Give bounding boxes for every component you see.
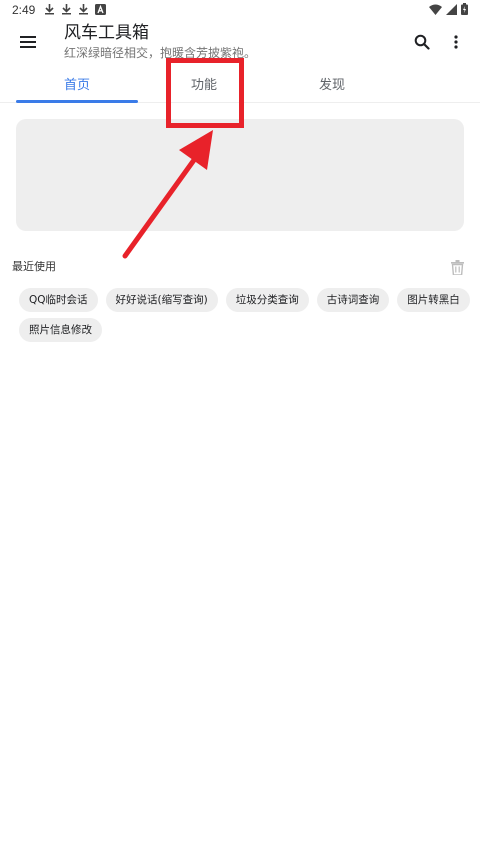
chip-photo-info-edit[interactable]: 照片信息修改 (19, 318, 102, 342)
tab-bar: 首页 功能 发现 (0, 64, 480, 103)
status-system-icons (429, 3, 468, 15)
app-bar: 风车工具箱 红深绿暗径相交，抱暖含芳披紫袍。 (0, 20, 480, 64)
menu-button[interactable] (14, 28, 42, 56)
status-time: 2:49 (12, 3, 36, 17)
menu-icon (20, 36, 36, 48)
trash-icon (450, 259, 464, 275)
tab-indicator (16, 100, 138, 103)
clear-recent-button[interactable] (448, 258, 466, 276)
chip-abbreviation-query[interactable]: 好好说话(缩写查询) (105, 288, 218, 312)
a-icon (95, 3, 106, 15)
wifi-icon (429, 4, 442, 15)
download-icon (45, 4, 54, 15)
title-block: 风车工具箱 红深绿暗径相交，抱暖含芳披紫袍。 (64, 22, 256, 61)
app-subtitle: 红深绿暗径相交，抱暖含芳披紫袍。 (64, 46, 257, 60)
status-bar: 2:49 (0, 0, 480, 20)
tab-functions[interactable]: 功能 (143, 64, 265, 102)
signal-icon (446, 3, 457, 15)
recent-chips: QQ临时会话 好好说话(缩写查询) 垃圾分类查询 古诗词查询 图片转黑白 照片信… (19, 288, 471, 342)
more-options-button[interactable] (442, 28, 470, 56)
chip-garbage-sorting[interactable]: 垃圾分类查询 (225, 288, 309, 312)
chip-qq-temp-chat[interactable]: QQ临时会话 (19, 288, 98, 312)
search-button[interactable] (408, 28, 436, 56)
app-title: 风车工具箱 (64, 23, 149, 43)
chip-image-grayscale[interactable]: 图片转黑白 (397, 288, 470, 312)
app-screen: 2:49 风车工具箱 红深绿暗径相交，抱暖含芳披紫袍。 首页 功能 发现 最近使… (0, 0, 480, 853)
status-notification-icons (44, 3, 106, 15)
chip-poem-query[interactable]: 古诗词查询 (316, 288, 390, 312)
download-icon (62, 4, 71, 15)
search-icon (414, 34, 430, 50)
more-vert-icon (454, 35, 458, 49)
banner[interactable] (16, 119, 464, 231)
download-icon (79, 4, 88, 15)
recent-header: 最近使用 (12, 258, 468, 276)
recent-title: 最近使用 (12, 260, 56, 273)
tab-home[interactable]: 首页 (16, 64, 138, 102)
battery-icon (461, 3, 468, 15)
tab-discover[interactable]: 发现 (271, 64, 393, 102)
